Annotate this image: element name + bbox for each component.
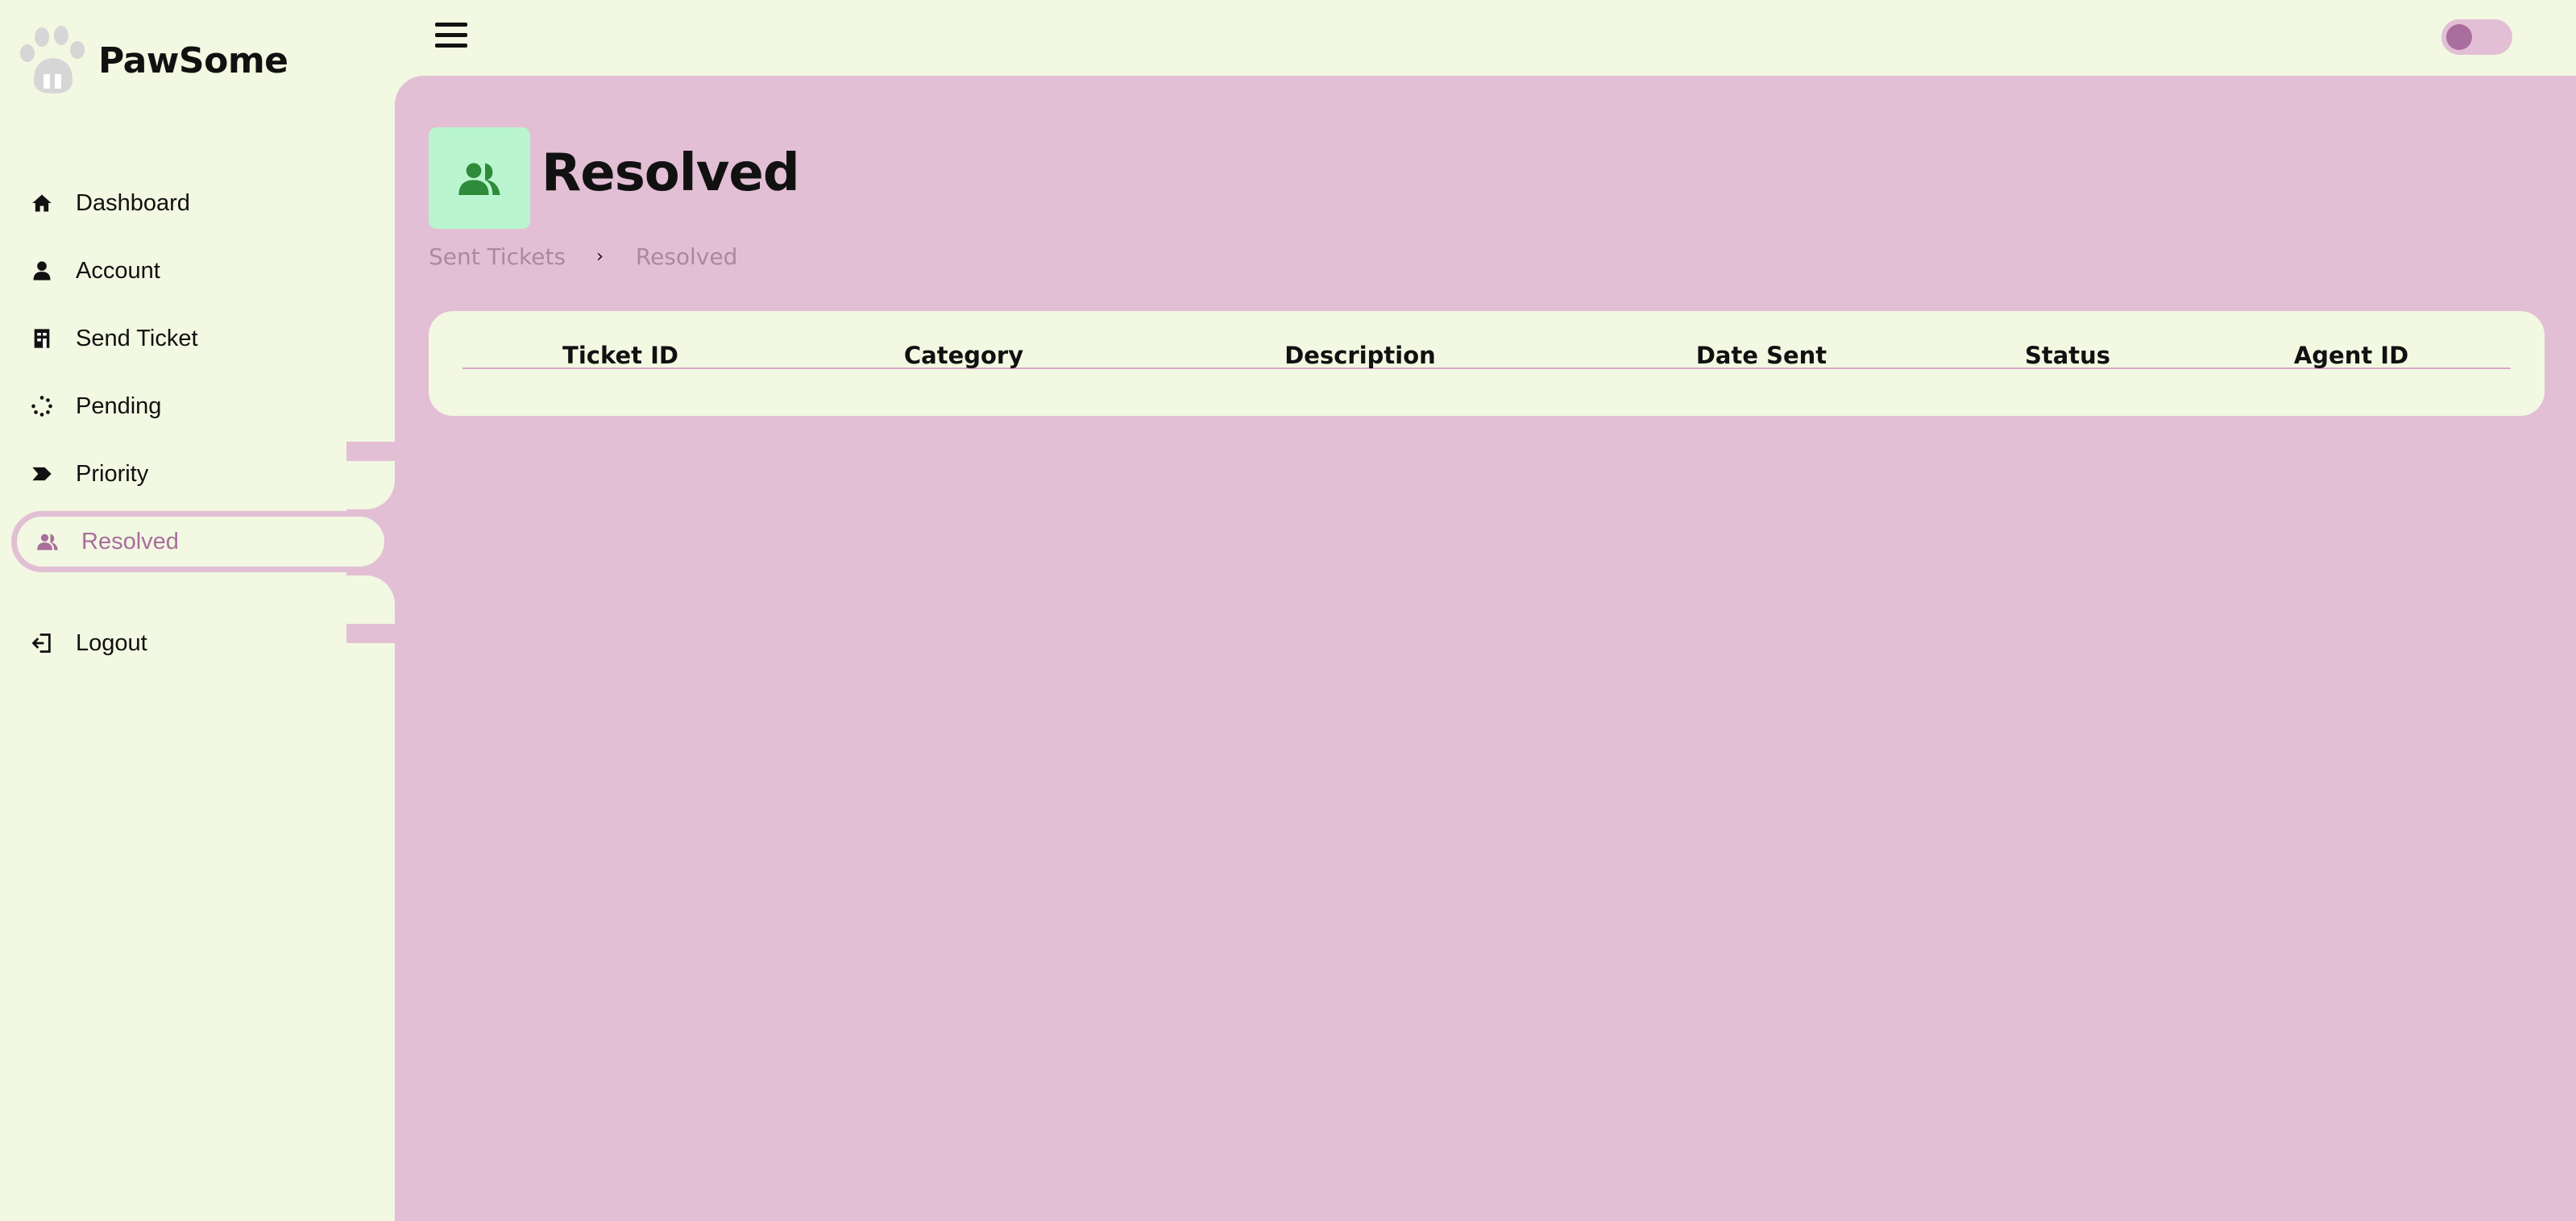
tickets-table: Ticket ID Category Description Date Sent… [429, 311, 2545, 416]
spinner-icon [31, 393, 76, 419]
sidebar-item-resolved[interactable]: Resolved [11, 511, 390, 572]
column-header-status[interactable]: Status [2025, 342, 2110, 369]
brand-logo[interactable]: PawSome [16, 24, 288, 97]
theme-toggle[interactable] [2441, 19, 2512, 55]
sidebar-item-label: Priority [76, 460, 149, 487]
breadcrumb: Sent Tickets › Resolved [429, 243, 737, 270]
user-icon [31, 258, 76, 284]
paw-logo-icon [20, 26, 85, 93]
hamburger-menu-button[interactable] [435, 23, 467, 50]
hamburger-icon-line [435, 44, 467, 48]
page-icon-tile [429, 127, 530, 229]
sidebar-item-logout[interactable]: Logout [11, 613, 390, 674]
sidebar-item-label: Dashboard [76, 189, 190, 216]
column-header-date-sent[interactable]: Date Sent [1696, 342, 1827, 369]
home-icon [31, 190, 76, 216]
sidebar-item-priority[interactable]: Priority [11, 443, 390, 505]
page-title: Resolved [541, 143, 800, 203]
sidebar-item-label: Pending [76, 392, 162, 419]
sidebar-item-label: Logout [76, 629, 147, 656]
sidebar-item-label: Send Ticket [76, 325, 198, 351]
sidebar-item-account[interactable]: Account [11, 240, 390, 301]
toggle-knob [2446, 24, 2472, 50]
users-icon [458, 163, 500, 195]
brand-name: PawSome [98, 39, 288, 81]
table-header-row: Ticket ID Category Description Date Sent… [463, 342, 2511, 369]
sidebar-item-send-ticket[interactable]: Send Ticket [11, 308, 390, 369]
column-header-description[interactable]: Description [1284, 342, 1436, 369]
column-header-agent-id[interactable]: Agent ID [2294, 342, 2408, 369]
users-icon [36, 529, 81, 554]
hamburger-icon-line [435, 33, 467, 37]
priority-tag-icon [31, 461, 76, 487]
column-header-ticket-id[interactable]: Ticket ID [562, 342, 678, 369]
breadcrumb-current: Resolved [635, 243, 738, 270]
sidebar-item-label: Account [76, 257, 160, 284]
sidebar-item-label: Resolved [81, 528, 179, 554]
sidebar-item-pending[interactable]: Pending [11, 376, 390, 437]
logout-icon [31, 630, 76, 656]
breadcrumb-chevron-icon: › [596, 247, 604, 267]
hamburger-icon-line [435, 23, 467, 27]
column-header-category[interactable]: Category [904, 342, 1023, 369]
breadcrumb-parent-link[interactable]: Sent Tickets [429, 243, 566, 270]
sidebar-item-dashboard[interactable]: Dashboard [11, 172, 390, 234]
ticket-icon [31, 326, 76, 351]
